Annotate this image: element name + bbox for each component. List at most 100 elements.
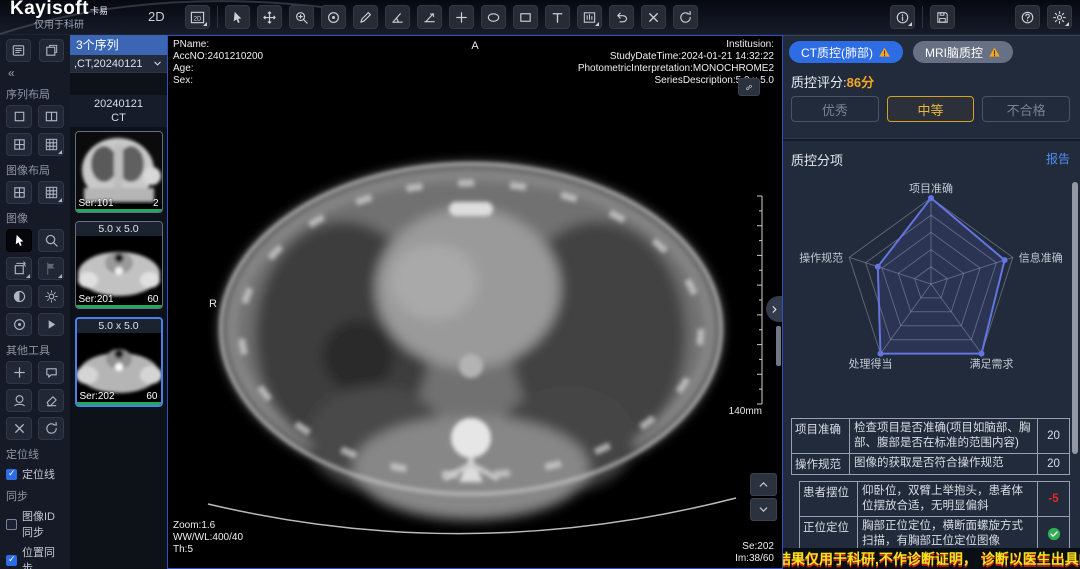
probe-tool-button[interactable] — [321, 5, 346, 29]
cross-marker-button[interactable] — [449, 5, 474, 29]
image-index-label: Im:38/60 — [735, 553, 774, 565]
qc-main-table: 项目准确 检查项目是否准确(项目如脑部、胸部、腹部是否在标准的范围内容) 20 … — [791, 418, 1070, 475]
scroll-up-button[interactable] — [750, 473, 777, 496]
cine-flag-button[interactable] — [38, 257, 64, 280]
photometric-label: PhotometricInterpretation:MONOCHROME2 — [578, 63, 774, 75]
rotate-crop-button[interactable] — [6, 257, 32, 280]
load-progress-bar — [76, 209, 162, 212]
link-series-button[interactable] — [738, 78, 760, 96]
image-viewport[interactable]: PName: AccNO:2401210200 Age: Sex: Instit… — [167, 35, 783, 569]
cobb-angle-tool-button[interactable] — [417, 5, 442, 29]
invert-icon — [12, 289, 27, 304]
rect-roi-button[interactable] — [513, 5, 538, 29]
text-annotation-button[interactable] — [545, 5, 570, 29]
layout-2x2-button[interactable] — [6, 133, 32, 156]
magnify-tool-button[interactable] — [38, 229, 64, 252]
link-icon — [745, 81, 753, 94]
select-tool-button[interactable] — [225, 5, 250, 29]
info-button[interactable] — [890, 5, 915, 29]
tab-ct-lung-qc[interactable]: CT质控(肺部) — [789, 41, 903, 63]
grade-excellent-button[interactable]: 优秀 — [791, 96, 879, 122]
crosshair-button[interactable] — [6, 361, 32, 384]
help-icon — [1020, 10, 1035, 25]
zoom-tool-button[interactable] — [289, 5, 314, 29]
cine-play-button[interactable] — [38, 313, 64, 336]
checkbox-label: 定位线 — [22, 466, 55, 482]
layout-1x1-button[interactable] — [6, 105, 32, 128]
checkbox-icon[interactable] — [6, 469, 17, 480]
check-circle-icon — [1047, 527, 1061, 541]
angle-tool-button[interactable] — [385, 5, 410, 29]
report-link[interactable]: 报告 — [1046, 150, 1070, 167]
zoom-label: Zoom:1.6 — [173, 520, 243, 532]
series-number: Ser:201 — [79, 294, 114, 305]
secondary-tool-group — [890, 5, 955, 29]
item-score: 20 — [1037, 454, 1069, 474]
checkbox-icon[interactable] — [6, 555, 17, 566]
select-tool-button[interactable] — [6, 229, 32, 252]
collapse-sidebar-button[interactable]: « — [8, 66, 64, 80]
item-desc: 胸部正位定位，横断面螺旋方式扫描，有胸部正位定位图像 — [858, 517, 1037, 551]
image-layout-2x2-button[interactable] — [6, 181, 32, 204]
brightness-button[interactable] — [38, 285, 64, 308]
panel-scrollbar-thumb[interactable] — [1072, 182, 1078, 454]
item-pass — [1037, 517, 1069, 551]
report-panel-button[interactable] — [39, 39, 64, 62]
draw-tool-button[interactable] — [353, 5, 378, 29]
target-button[interactable] — [6, 313, 32, 336]
sidebar-header — [6, 39, 64, 62]
reset-button[interactable] — [38, 417, 64, 440]
series-thumbnail-101[interactable]: Ser:1012 — [75, 131, 163, 213]
series-caption: 5.0 x 5.0 — [76, 222, 162, 236]
qc-panel: CT质控(肺部) MRI脑质控 质控评分:86分 优秀 中等 不合格 质控分项 … — [783, 35, 1080, 569]
table-row: 项目准确 检查项目是否准确(项目如脑部、胸部、腹部是否在标准的范围内容) 20 — [792, 419, 1069, 453]
checkbox-icon[interactable] — [6, 519, 17, 530]
eraser-button[interactable] — [38, 389, 64, 412]
delete-button[interactable] — [6, 417, 32, 440]
series-list-button[interactable] — [6, 39, 31, 62]
ellipse-roi-button[interactable] — [481, 5, 506, 29]
series-thumbnail-202[interactable]: 5.0 x 5.0 Ser:20260 — [75, 317, 163, 407]
study-select[interactable]: ,CT,20240121 — [70, 55, 167, 73]
other-tools — [6, 361, 64, 440]
image-layout-3x3-button[interactable] — [38, 181, 64, 204]
layout-1x2-button[interactable] — [38, 105, 64, 128]
close-icon — [12, 421, 27, 436]
scout-line-checkbox[interactable]: 定位线 — [6, 466, 64, 482]
svg-text:处理得当: 处理得当 — [849, 357, 893, 371]
window-label: WW/WL:400/40 — [173, 532, 243, 544]
delete-annotation-button[interactable] — [641, 5, 666, 29]
tab-mri-brain-qc[interactable]: MRI脑质控 — [913, 41, 1013, 63]
rectangle-icon — [518, 10, 533, 25]
grade-medium-button[interactable]: 中等 — [887, 96, 975, 122]
section-series-layout: 序列布局 — [6, 86, 64, 102]
layout-3x3-icon — [44, 185, 59, 200]
save-button[interactable] — [930, 5, 955, 29]
section-image-layout: 图像布局 — [6, 162, 64, 178]
window-preset-button[interactable] — [577, 5, 602, 29]
roi-stamp-button[interactable] — [6, 389, 32, 412]
invert-button[interactable] — [6, 285, 32, 308]
study-modality: CT — [70, 111, 167, 125]
layout-3x3-button[interactable] — [38, 133, 64, 156]
scroll-down-button[interactable] — [750, 498, 777, 521]
reset-view-button[interactable] — [673, 5, 698, 29]
series-thumbnail-201[interactable]: 5.0 x 5.0 Ser:20160 — [75, 221, 163, 309]
settings-button[interactable] — [1047, 5, 1072, 29]
section-scout-line: 定位线 — [6, 446, 64, 462]
grade-fail-button[interactable]: 不合格 — [982, 96, 1070, 122]
layout-1x2-icon — [44, 109, 59, 124]
annotation-bubble-button[interactable] — [38, 361, 64, 384]
capture-2d-button[interactable] — [185, 5, 210, 29]
svg-text:操作规范: 操作规范 — [799, 250, 843, 264]
sync-image-id-checkbox[interactable]: 图像ID同步 — [6, 508, 64, 540]
undo-button[interactable] — [609, 5, 634, 29]
stack-scrollbar-thumb[interactable] — [776, 326, 781, 366]
cursor-icon — [12, 233, 27, 248]
pan-tool-button[interactable] — [257, 5, 282, 29]
main-tool-group — [185, 5, 698, 29]
sync-position-checkbox[interactable]: 位置同步 — [6, 544, 64, 569]
cobb-angle-icon — [422, 10, 437, 25]
help-button[interactable] — [1015, 5, 1040, 29]
scale-label: 140mm — [729, 406, 762, 417]
